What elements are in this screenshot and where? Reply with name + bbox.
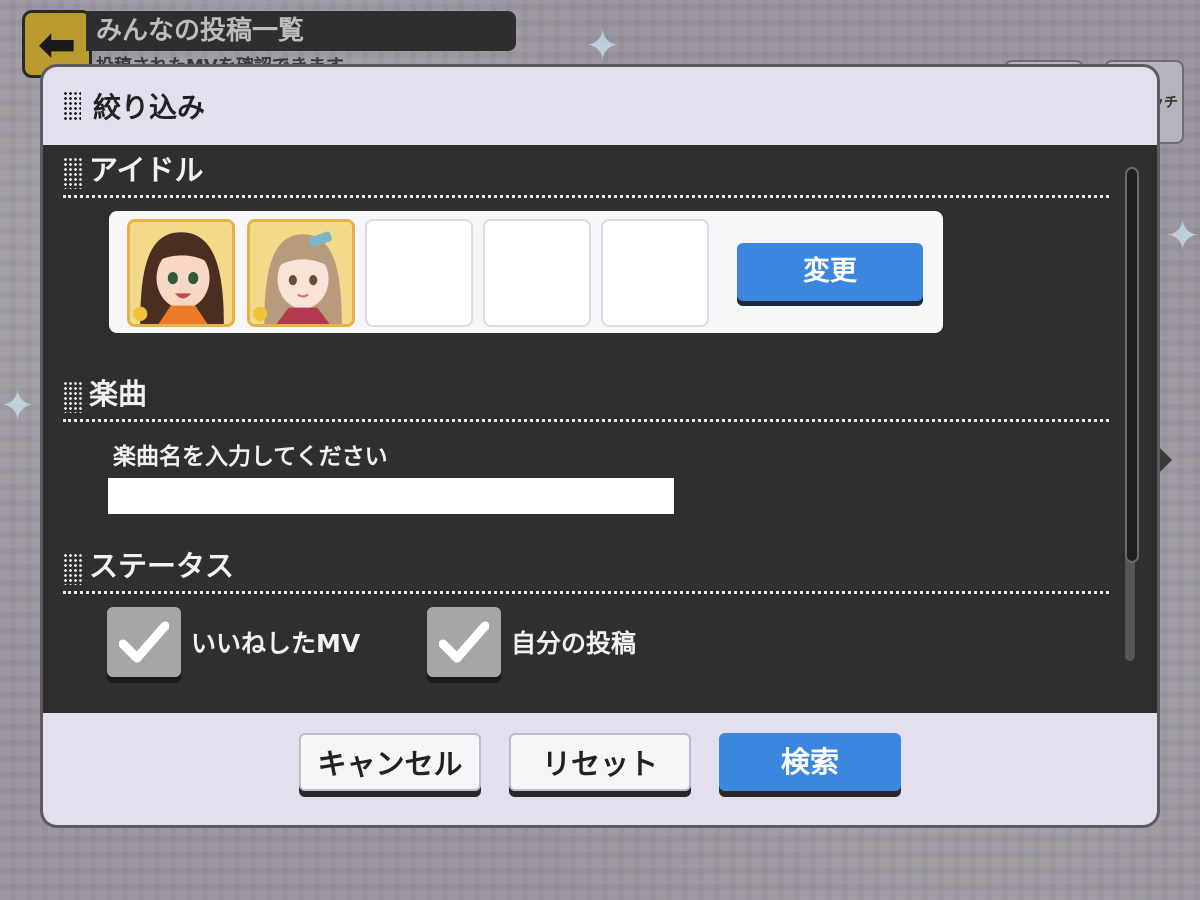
modal-footer: キャンセル リセット 検索 <box>43 713 1157 825</box>
change-idol-button[interactable]: 変更 <box>737 243 923 301</box>
idol-slot-2[interactable] <box>247 219 355 327</box>
status-option-own-posts[interactable]: 自分の投稿 <box>427 607 636 677</box>
grip-icon <box>63 157 83 189</box>
idol-avatar-icon <box>130 222 232 324</box>
sparkle-icon: ✦ <box>1165 211 1200 260</box>
grip-icon <box>63 553 83 585</box>
idol-slot-4[interactable] <box>483 219 591 327</box>
status-option-liked[interactable]: いいねしたMV <box>107 607 360 677</box>
idol-slot-3[interactable] <box>365 219 473 327</box>
checkmark-icon <box>119 621 169 663</box>
checkmark-icon <box>439 621 489 663</box>
liked-label: いいねしたMV <box>191 629 361 658</box>
own-posts-checkbox[interactable] <box>427 607 501 677</box>
section-title-song: 楽曲 <box>89 377 148 411</box>
grip-icon <box>63 91 81 121</box>
modal-title: 絞り込み <box>93 91 206 124</box>
song-name-input[interactable] <box>108 478 674 514</box>
reset-button[interactable]: リセット <box>509 733 691 791</box>
idol-avatar-icon <box>250 222 352 324</box>
sparkle-icon: ✦ <box>585 21 621 70</box>
cancel-button[interactable]: キャンセル <box>299 733 481 791</box>
idol-selector: 変更 <box>109 211 943 333</box>
song-name-prompt: 楽曲名を入力してください <box>113 444 388 470</box>
liked-checkbox[interactable] <box>107 607 181 677</box>
search-button[interactable]: 検索 <box>719 733 901 791</box>
section-status-header: ステータス <box>63 545 1109 594</box>
own-posts-label: 自分の投稿 <box>511 629 637 658</box>
idol-slot-1[interactable] <box>127 219 235 327</box>
idol-slot-5[interactable] <box>601 219 709 327</box>
section-title-status: ステータス <box>89 549 235 583</box>
back-arrow-icon: ⬅ <box>37 17 77 71</box>
page-title: みんなの投稿一覧 <box>86 11 516 51</box>
scrollbar-thumb[interactable] <box>1125 167 1139 563</box>
page-next-arrow-icon[interactable] <box>1158 446 1172 474</box>
sparkle-icon: ✦ <box>0 381 36 430</box>
modal-header: 絞り込み <box>43 67 1157 145</box>
filter-content: アイドル 変更 楽曲 楽曲名を入力してください ステータス いいねしたMV 自分… <box>43 145 1157 713</box>
filter-modal: 絞り込み アイドル 変更 楽曲 楽曲名を入力してください ステータス いいねした… <box>43 67 1157 825</box>
section-idol-header: アイドル <box>63 149 1109 198</box>
section-title-idol: アイドル <box>89 153 204 187</box>
section-song-header: 楽曲 <box>63 373 1109 422</box>
grip-icon <box>63 381 83 413</box>
